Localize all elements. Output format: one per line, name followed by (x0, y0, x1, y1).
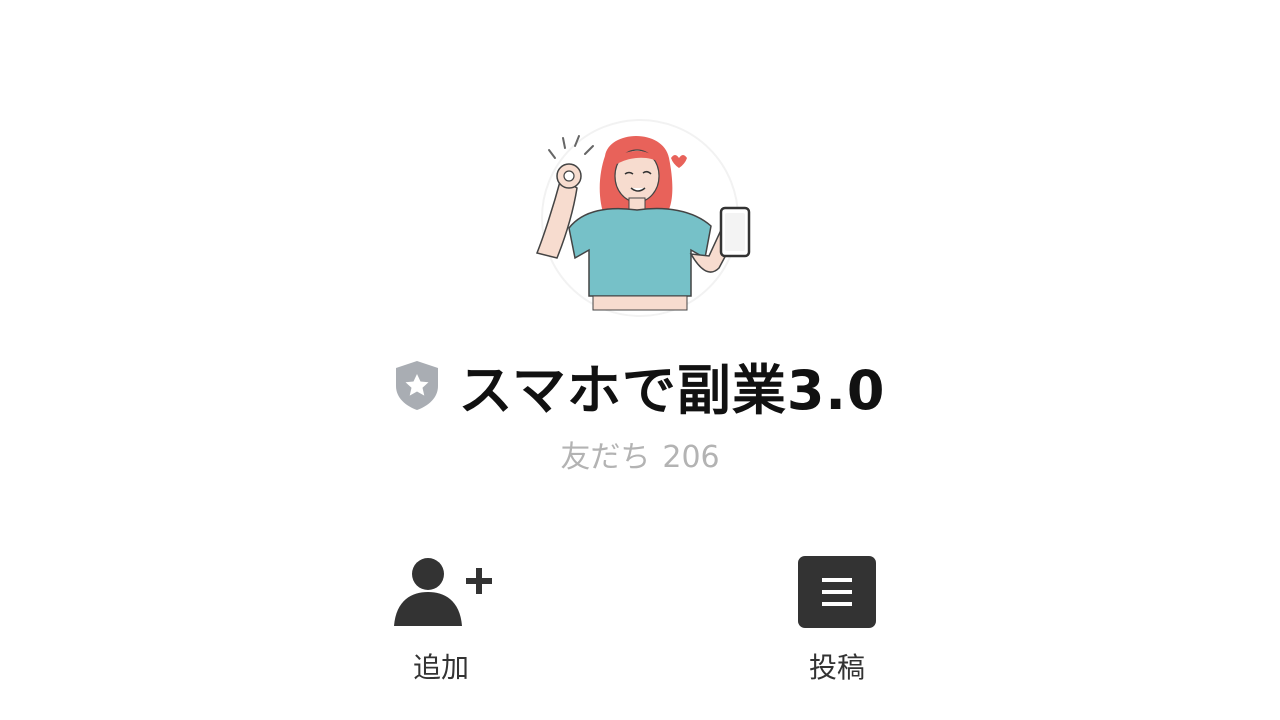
menu-list-icon (782, 552, 892, 630)
post-label: 投稿 (808, 651, 865, 684)
friends-count: 友だち 206 (0, 432, 1280, 476)
friends-number: 206 (662, 440, 720, 475)
account-name: スマホで副業3.0 (458, 358, 886, 422)
add-label: 追加 (412, 651, 469, 684)
account-profile: スマホで副業3.0 友だち 206 追加 投稿 (0, 0, 1280, 720)
add-friend-icon (386, 552, 496, 630)
profile-avatar (535, 119, 751, 317)
add-friend-button[interactable]: 追加 (366, 552, 516, 692)
profile-title-row: スマホで副業3.0 (0, 350, 1280, 422)
verified-badge-icon (396, 361, 439, 410)
post-button[interactable]: 投稿 (762, 552, 912, 692)
friends-label: 友だち (560, 440, 651, 475)
